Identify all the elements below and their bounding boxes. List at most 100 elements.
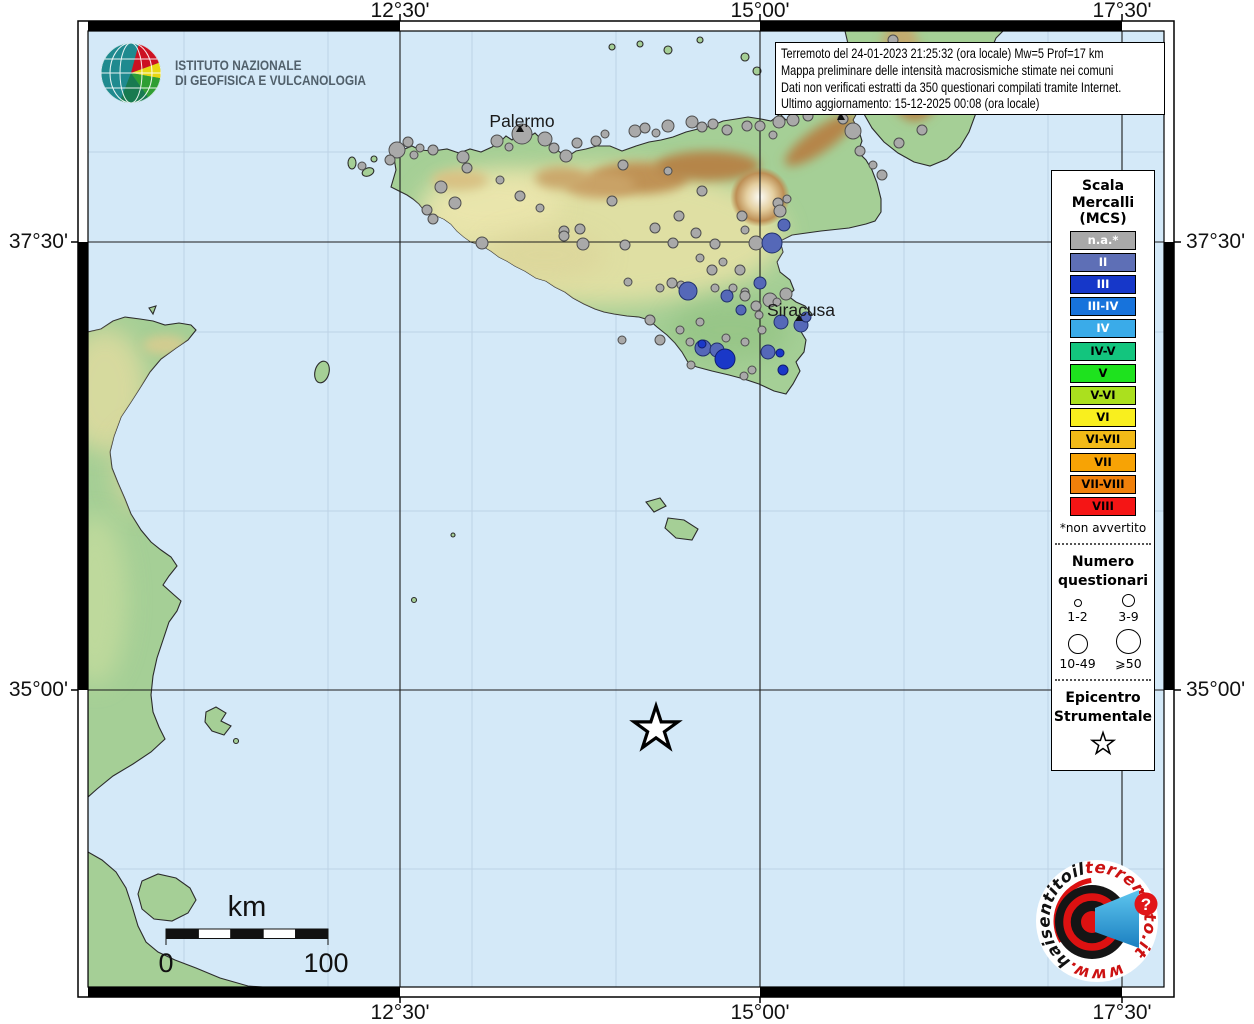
- intensity-dot-na: [536, 204, 544, 212]
- ingv-logo: ISTITUTO NAZIONALE DI GEOFISICA E VULCAN…: [99, 41, 392, 105]
- lon-tick-top: 15°00': [730, 0, 789, 23]
- aeolian-island: [637, 41, 643, 47]
- intensity-dot-na: [449, 197, 461, 209]
- aeolian-island: [697, 37, 703, 43]
- ingv-wordmark: ISTITUTO NAZIONALE DI GEOFISICA E VULCAN…: [175, 58, 392, 89]
- intensity-dot-na: [696, 254, 704, 262]
- intensity-dot-na: [462, 163, 472, 173]
- info-line-event: Terremoto del 24-01-2023 21:25:32 (ora l…: [781, 45, 1158, 62]
- intensity-dot-III: [715, 349, 735, 369]
- epicenter-legend-star: [1052, 730, 1154, 762]
- intensity-dot-na: [719, 258, 727, 266]
- intensity-dot-na: [769, 131, 777, 139]
- intensity-dot-na: [751, 301, 761, 311]
- questionnaire-size-item: ⩾50: [1103, 629, 1154, 671]
- intensity-dot-na: [656, 284, 664, 292]
- intensity-dot-na: [687, 361, 695, 369]
- mcs-swatch-vivii: VI-VII: [1070, 430, 1136, 449]
- intensity-dot-na: [697, 186, 707, 196]
- intensity-dot-na: [691, 228, 701, 238]
- intensity-dot-na: [538, 132, 552, 146]
- intensity-dot-na: [755, 311, 763, 319]
- intensity-dot-na: [722, 334, 730, 342]
- intensity-dot-na: [403, 137, 413, 147]
- intensity-dot-III: [778, 365, 788, 375]
- mcs-swatch-viiviii: VII-VIII: [1070, 475, 1136, 494]
- scalebar-unit: km: [228, 891, 267, 923]
- intensity-dot-na: [735, 265, 745, 275]
- mcs-swatch-vi: VI: [1070, 408, 1136, 427]
- city-label: Palermo: [489, 111, 554, 131]
- mcs-swatch-iii: III: [1070, 275, 1136, 294]
- intensity-dot-na: [674, 211, 684, 221]
- legend-title-line: (MCS): [1052, 211, 1154, 228]
- intensity-dot-na: [577, 238, 589, 250]
- info-line-source: Dati non verificati estratti da 350 ques…: [781, 79, 1158, 96]
- intensity-dot-na: [749, 236, 763, 250]
- intensity-dot-na: [435, 181, 447, 193]
- linosa-islet: [451, 533, 455, 537]
- intensity-dot-na: [696, 318, 704, 326]
- intensity-dot-na: [560, 150, 572, 162]
- intensity-dot-na: [601, 130, 609, 138]
- size-label: 3-9: [1118, 609, 1138, 624]
- lampedusa-islet: [412, 598, 417, 603]
- questionnaire-size-item: 10-49: [1052, 629, 1103, 671]
- intensity-dot-na: [410, 151, 418, 159]
- intensity-dot-na: [783, 195, 791, 203]
- intensity-dot-na: [428, 145, 438, 155]
- intensity-dot-na: [655, 335, 665, 345]
- intensity-dot-na: [741, 226, 749, 234]
- legend-footnote: *non avvertito: [1052, 521, 1154, 535]
- size-label: 1-2: [1067, 609, 1087, 624]
- intensity-dot-na: [780, 288, 792, 300]
- intensity-dot-II: [754, 277, 766, 289]
- lat-tick-right: 35°00': [1186, 678, 1245, 702]
- intensity-dot-na: [358, 162, 366, 170]
- intensity-dot-na: [515, 191, 525, 201]
- intensity-dot-II: [736, 305, 746, 315]
- lon-tick-top: 17°30': [1092, 0, 1151, 23]
- intensity-dot-na: [774, 205, 786, 217]
- intensity-dot-na: [640, 123, 650, 133]
- intensity-dot-na: [686, 338, 694, 346]
- size-circle-icon: [1116, 629, 1141, 654]
- questionnaire-title-line: Numero: [1052, 553, 1154, 572]
- mcs-swatch-ivv: IV-V: [1070, 342, 1136, 361]
- intensity-dot-na: [917, 125, 927, 135]
- intensity-dot-na: [572, 138, 582, 148]
- city-label: Siracusa: [767, 300, 835, 320]
- intensity-dot-na: [877, 170, 887, 180]
- mcs-swatch-vvi: V-VI: [1070, 386, 1136, 405]
- intensity-dot-na: [708, 119, 718, 129]
- intensity-dot-III: [698, 340, 706, 348]
- questionnaire-size-key: 1-2 3-9 10-49⩾50: [1052, 594, 1154, 671]
- intensity-dot-na: [755, 121, 765, 131]
- lon-tick-top: 12°30': [370, 0, 429, 23]
- intensity-dot-na: [422, 205, 432, 215]
- intensity-dot-na: [629, 125, 641, 137]
- lat-tick-left: 35°00': [9, 678, 68, 702]
- intensity-dot-II: [778, 219, 790, 231]
- intensity-dot-na: [591, 136, 601, 146]
- mcs-swatch-v: V: [1070, 364, 1136, 383]
- legend-divider: [1055, 679, 1151, 681]
- intensity-dot-na: [869, 161, 877, 169]
- intensity-dot-na: [505, 143, 513, 151]
- aeolian-island: [741, 53, 749, 61]
- info-line-maptype: Mappa preliminare delle intensità macros…: [781, 62, 1158, 79]
- intensity-dot-na: [748, 366, 756, 374]
- intensity-dot-na: [855, 146, 865, 156]
- intensity-dot-na: [667, 278, 677, 288]
- question-mark: ?: [1141, 895, 1151, 914]
- intensity-dot-na: [686, 116, 698, 128]
- mcs-scale-swatches: n.a.*IIIIIIII-IVIVIV-VVV-VIVIVI-VIIVIIVI…: [1052, 231, 1154, 516]
- islet: [234, 739, 239, 744]
- intensity-dot-na: [476, 237, 488, 249]
- lon-tick-bottom: 17°30': [1092, 1001, 1151, 1024]
- lat-tick-right: 37°30': [1186, 230, 1245, 254]
- aeolian-island: [609, 44, 615, 50]
- intensity-dot-na: [416, 144, 424, 152]
- intensity-dot-II: [761, 345, 775, 359]
- epicenter-title-line: Epicentro: [1052, 689, 1154, 708]
